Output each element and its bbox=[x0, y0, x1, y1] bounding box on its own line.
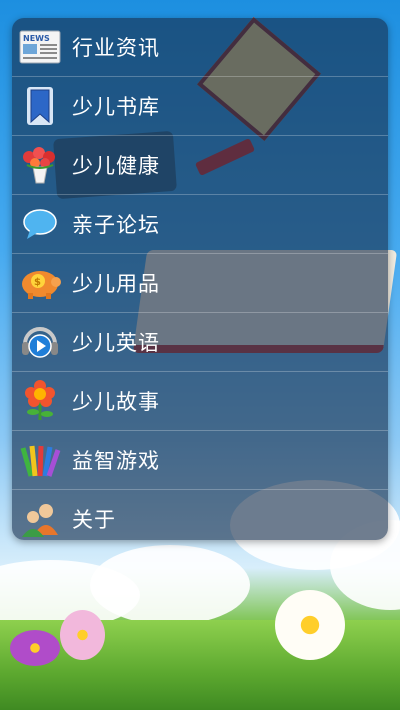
speech-bubble-icon bbox=[18, 202, 62, 246]
menu-item-kids-products[interactable]: $ 少儿用品 bbox=[12, 254, 388, 313]
menu-item-label: 少儿英语 bbox=[72, 331, 160, 355]
menu-item-label: 少儿故事 bbox=[72, 390, 160, 414]
menu-item-label: 益智游戏 bbox=[72, 449, 160, 473]
menu-item-puzzle-games[interactable]: 益智游戏 bbox=[12, 431, 388, 490]
users-icon bbox=[18, 497, 62, 540]
flower-icon bbox=[18, 379, 62, 423]
menu-item-kids-english[interactable]: 少儿英语 bbox=[12, 313, 388, 372]
menu-item-kids-health[interactable]: 少儿健康 bbox=[12, 136, 388, 195]
menu-item-label: 行业资讯 bbox=[72, 36, 160, 60]
menu-item-label: 亲子论坛 bbox=[72, 213, 160, 237]
menu-item-about[interactable]: 关于 bbox=[12, 490, 388, 540]
cloud bbox=[90, 545, 250, 625]
pink-flower-decoration bbox=[60, 610, 105, 660]
bookmark-icon bbox=[18, 84, 62, 128]
menu-item-label: 少儿书库 bbox=[72, 95, 160, 119]
menu-item-parent-child-forum[interactable]: 亲子论坛 bbox=[12, 195, 388, 254]
menu-item-label: 关于 bbox=[72, 508, 116, 532]
menu-item-kids-stories[interactable]: 少儿故事 bbox=[12, 372, 388, 431]
svg-text:NEWS: NEWS bbox=[23, 34, 50, 43]
main-menu: NEWS 行业资讯 少儿书库 少儿健康 亲子论坛 $ 少儿用品 少儿英语 少儿故… bbox=[12, 18, 388, 540]
menu-item-label: 少儿健康 bbox=[72, 154, 160, 178]
svg-text:$: $ bbox=[34, 277, 41, 288]
menu-item-label: 少儿用品 bbox=[72, 272, 160, 296]
piggy-bank-icon: $ bbox=[18, 261, 62, 305]
purple-flower-decoration bbox=[10, 630, 60, 666]
menu-item-kids-library[interactable]: 少儿书库 bbox=[12, 77, 388, 136]
menu-item-industry-news[interactable]: NEWS 行业资讯 bbox=[12, 18, 388, 77]
flowers-icon bbox=[18, 143, 62, 187]
audio-headphones-icon bbox=[18, 320, 62, 364]
daisy-flower-decoration bbox=[275, 590, 345, 660]
crayons-icon bbox=[18, 438, 62, 482]
newspaper-icon: NEWS bbox=[18, 25, 62, 69]
